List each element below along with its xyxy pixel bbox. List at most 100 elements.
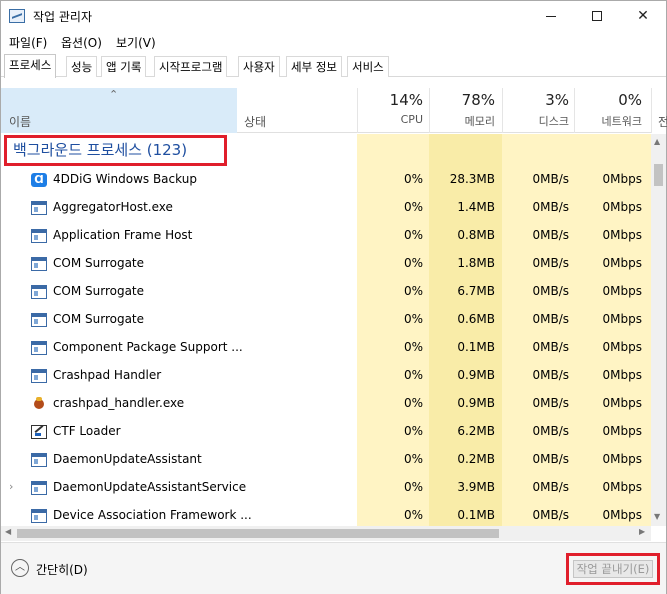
menu-view[interactable]: 보기(V): [116, 34, 156, 51]
memory-value: 3.9MB: [457, 480, 495, 494]
network-value: 0Mbps: [602, 228, 642, 242]
scroll-up-icon[interactable]: ▲: [654, 137, 660, 146]
process-row[interactable]: Component Package Support ... 0% 0.1MB 0MB/…: [1, 334, 651, 362]
bug-icon: [31, 397, 47, 411]
memory-value: 0.9MB: [457, 396, 495, 410]
process-row[interactable]: COM Surrogate 0% 0.6MB 0MB/s 0Mbps: [1, 306, 651, 334]
task-manager-icon: [9, 9, 25, 23]
process-row[interactable]: COM Surrogate 0% 6.7MB 0MB/s 0Mbps: [1, 278, 651, 306]
minimize-icon: [546, 15, 556, 17]
memory-column-percent: 78%: [461, 91, 495, 109]
process-row[interactable]: Application Frame Host 0% 0.8MB 0MB/s 0Mbps: [1, 222, 651, 250]
disk-value: 0MB/s: [532, 368, 569, 382]
name-column-header[interactable]: [1, 88, 237, 133]
vertical-scrollbar[interactable]: ▲ ▼: [651, 134, 666, 526]
process-row[interactable]: CTF Loader 0% 6.2MB 0MB/s 0Mbps: [1, 418, 651, 446]
tab-details[interactable]: 세부 정보: [286, 56, 342, 77]
disk-value: 0MB/s: [532, 480, 569, 494]
process-row[interactable]: COM Surrogate 0% 1.8MB 0MB/s 0Mbps: [1, 250, 651, 278]
network-value: 0Mbps: [602, 172, 642, 186]
disk-column-percent: 3%: [545, 91, 569, 109]
background-processes-group[interactable]: 백그라운드 프로세스 (123): [1, 134, 651, 166]
expand-chevron-icon[interactable]: ›: [9, 480, 13, 493]
disk-value: 0MB/s: [532, 396, 569, 410]
memory-column-header[interactable]: 메모리: [429, 113, 495, 129]
cpu-value: 0%: [403, 508, 423, 522]
status-column-header[interactable]: 상태: [244, 113, 266, 130]
cpu-value: 0%: [403, 368, 423, 382]
process-row[interactable]: › DaemonUpdateAssistantService 0% 3.9MB 0MB/…: [1, 474, 651, 502]
memory-value: 0.6MB: [457, 312, 495, 326]
window-app-icon: [31, 257, 47, 271]
process-name: Component Package Support ...: [53, 340, 243, 354]
disk-value: 0MB/s: [532, 424, 569, 438]
process-name: COM Surrogate: [53, 312, 145, 326]
process-row[interactable]: AggregatorHost.exe 0% 1.4MB 0MB/s 0Mbps: [1, 194, 651, 222]
cpu-value: 0%: [403, 256, 423, 270]
maximize-icon: [592, 11, 602, 21]
memory-value: 1.8MB: [457, 256, 495, 270]
disk-value: 0MB/s: [532, 228, 569, 242]
network-column-header[interactable]: 네트워크: [574, 113, 642, 129]
window-app-icon: [31, 229, 47, 243]
cpu-value: 0%: [403, 228, 423, 242]
footer: ︿ 간단히(D) 작업 끝내기(E): [1, 542, 666, 594]
scroll-right-icon[interactable]: ▶: [639, 527, 645, 536]
sort-ascending-icon: ⌃: [109, 88, 119, 101]
process-name: Crashpad Handler: [53, 368, 162, 382]
process-row[interactable]: 4DDiG Windows Backup 0% 28.3MB 0MB/s 0Mbps: [1, 166, 651, 194]
tab-services[interactable]: 서비스: [347, 56, 389, 77]
chevron-up-icon[interactable]: ︿: [11, 559, 29, 577]
menu-file[interactable]: 파일(F): [9, 34, 47, 51]
close-button[interactable]: ✕: [620, 1, 666, 31]
tab-app-history[interactable]: 앱 기록: [101, 56, 147, 77]
memory-value: 28.3MB: [449, 172, 495, 186]
cpu-value: 0%: [403, 396, 423, 410]
process-row[interactable]: Crashpad Handler 0% 0.9MB 0MB/s 0Mbps: [1, 362, 651, 390]
power-column-header[interactable]: 전: [658, 113, 667, 130]
horizontal-scroll-thumb[interactable]: [17, 529, 499, 538]
network-value: 0Mbps: [602, 312, 642, 326]
column-header: ⌃ 이름 상태 14% CPU 78% 메모리 3% 디스크 0% 네트워크 전: [1, 78, 667, 133]
memory-value: 6.7MB: [457, 284, 495, 298]
end-task-button[interactable]: 작업 끝내기(E): [573, 560, 653, 578]
process-row[interactable]: DaemonUpdateAssistant 0% 0.2MB 0MB/s 0Mbps: [1, 446, 651, 474]
process-name: Application Frame Host: [53, 228, 193, 242]
scroll-down-icon[interactable]: ▼: [654, 512, 660, 521]
highlight-annotation: [4, 135, 227, 166]
tab-performance[interactable]: 성능: [66, 56, 98, 77]
window-app-icon: [31, 341, 47, 355]
process-name: crashpad_handler.exe: [53, 396, 185, 410]
cpu-column-header[interactable]: CPU: [357, 113, 423, 126]
memory-value: 0.9MB: [457, 368, 495, 382]
task-manager-window: 작업 관리자 ✕ 파일(F) 옵션(O) 보기(V) 프로세스 성능 앱 기록 …: [0, 0, 667, 594]
disk-value: 0MB/s: [532, 200, 569, 214]
process-row[interactable]: crashpad_handler.exe 0% 0.9MB 0MB/s 0Mbps: [1, 390, 651, 418]
scroll-left-icon[interactable]: ◀: [5, 527, 11, 536]
less-details-link[interactable]: 간단히(D): [36, 561, 88, 578]
cpu-value: 0%: [403, 480, 423, 494]
menu-bar: 파일(F) 옵션(O) 보기(V): [1, 31, 666, 53]
tab-users[interactable]: 사용자: [238, 56, 280, 77]
disk-value: 0MB/s: [532, 508, 569, 522]
process-name: Device Association Framework ...: [53, 508, 252, 522]
window-app-icon: [31, 201, 47, 215]
network-value: 0Mbps: [602, 284, 642, 298]
window-app-icon: [31, 313, 47, 327]
cpu-value: 0%: [403, 340, 423, 354]
network-value: 0Mbps: [602, 340, 642, 354]
disk-column-header[interactable]: 디스크: [502, 113, 569, 129]
tab-processes[interactable]: 프로세스: [4, 54, 57, 78]
cpu-value: 0%: [403, 200, 423, 214]
horizontal-scrollbar[interactable]: ◀ ▶: [1, 526, 651, 541]
process-name: CTF Loader: [53, 424, 121, 438]
cpu-value: 0%: [403, 284, 423, 298]
disk-value: 0MB/s: [532, 256, 569, 270]
minimize-button[interactable]: [528, 1, 574, 31]
vertical-scroll-thumb[interactable]: [654, 164, 663, 186]
process-row[interactable]: Device Association Framework ... 0% 0.1MB 0…: [1, 502, 651, 526]
menu-options[interactable]: 옵션(O): [61, 34, 102, 51]
maximize-button[interactable]: [574, 1, 620, 31]
disk-value: 0MB/s: [532, 452, 569, 466]
tab-startup[interactable]: 시작프로그램: [154, 56, 228, 77]
